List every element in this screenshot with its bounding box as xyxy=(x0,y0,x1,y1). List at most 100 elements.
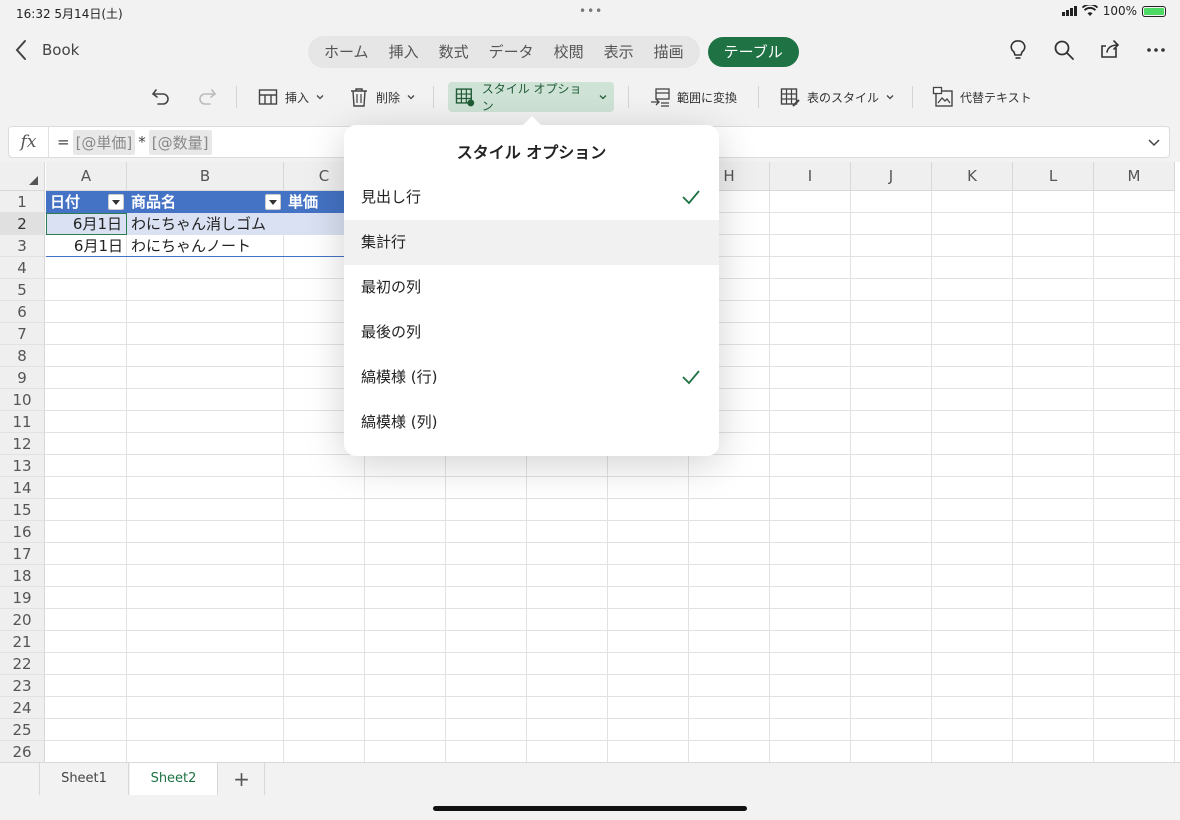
lightbulb-icon[interactable] xyxy=(1006,38,1030,62)
option-last-column[interactable]: 最後の列 xyxy=(344,310,719,355)
gridline xyxy=(45,608,1180,609)
wifi-icon xyxy=(1081,5,1098,16)
tab-table[interactable]: テーブル xyxy=(707,37,799,67)
add-sheet-button[interactable]: + xyxy=(219,763,265,795)
row-header-12[interactable]: 12 xyxy=(0,433,45,455)
status-bar: 16:32 5月14日(土) ••• 100% xyxy=(0,0,1180,24)
multitask-dots[interactable]: ••• xyxy=(579,4,603,18)
row-header-7[interactable]: 7 xyxy=(0,323,45,345)
row-header-24[interactable]: 24 xyxy=(0,697,45,719)
share-icon[interactable] xyxy=(1098,38,1122,62)
alt-text-button[interactable]: 代替テキスト xyxy=(926,82,1038,112)
tab-insert[interactable]: 挿入 xyxy=(379,36,429,68)
column-header-k[interactable]: K xyxy=(932,162,1013,191)
row-header-11[interactable]: 11 xyxy=(0,411,45,433)
style-options-button[interactable]: スタイル オプション xyxy=(448,82,614,113)
back-button[interactable]: Book xyxy=(14,38,79,62)
redo-button[interactable] xyxy=(190,82,224,112)
table-styles-button[interactable]: 表のスタイル xyxy=(773,82,901,112)
row-header-4[interactable]: 4 xyxy=(0,257,45,279)
chevron-down-icon xyxy=(407,95,415,100)
row-header-3[interactable]: 3 xyxy=(0,235,45,257)
chevron-down-icon[interactable] xyxy=(1147,135,1161,149)
select-all-corner[interactable] xyxy=(0,162,45,191)
search-icon[interactable] xyxy=(1052,38,1076,62)
row-header-9[interactable]: 9 xyxy=(0,367,45,389)
battery-icon xyxy=(1142,5,1166,17)
tab-data[interactable]: データ xyxy=(479,36,544,68)
table-cell-date[interactable]: 6月1日 xyxy=(46,235,127,257)
row-header-1[interactable]: 1 xyxy=(0,191,45,213)
table-styles-icon xyxy=(780,88,800,107)
delete-button[interactable]: 削除 xyxy=(342,82,422,112)
table-cell-product[interactable]: わにちゃんノート xyxy=(127,235,284,257)
row-header-14[interactable]: 14 xyxy=(0,477,45,499)
tab-formulas[interactable]: 数式 xyxy=(429,36,479,68)
tab-view[interactable]: 表示 xyxy=(594,36,644,68)
filter-dropdown-icon[interactable] xyxy=(265,194,281,210)
popover-title: スタイル オプション xyxy=(456,143,607,162)
row-header-2[interactable]: 2 xyxy=(0,213,45,235)
gridline xyxy=(45,520,1180,521)
row-header-19[interactable]: 19 xyxy=(0,587,45,609)
column-header-b[interactable]: B xyxy=(127,162,284,191)
table-cell-date[interactable]: 6月1日 xyxy=(46,213,127,235)
row-header-17[interactable]: 17 xyxy=(0,543,45,565)
formula-operator: * xyxy=(138,133,146,151)
row-header-6[interactable]: 6 xyxy=(0,301,45,323)
formula-text[interactable]: = [@単価] * [@数量] xyxy=(49,129,212,155)
excel-app: 16:32 5月14日(土) ••• 100% Book ホーム 挿入 数式 デ… xyxy=(0,0,1180,820)
option-header-row[interactable]: 見出し行 xyxy=(344,175,719,220)
table-styles-label: 表のスタイル xyxy=(807,90,880,105)
row-header-21[interactable]: 21 xyxy=(0,631,45,653)
fx-icon[interactable]: fx xyxy=(9,127,49,157)
tab-review[interactable]: 校閲 xyxy=(544,36,594,68)
column-header-i[interactable]: I xyxy=(770,162,851,191)
row-header-23[interactable]: 23 xyxy=(0,675,45,697)
alt-text-label: 代替テキスト xyxy=(960,90,1032,105)
convert-to-range-button[interactable]: 範囲に変換 xyxy=(643,82,743,112)
row-header-22[interactable]: 22 xyxy=(0,653,45,675)
more-icon[interactable] xyxy=(1144,38,1168,62)
column-header-m[interactable]: M xyxy=(1094,162,1175,191)
table-header-date[interactable]: 日付 xyxy=(46,191,127,213)
gridline xyxy=(45,476,1180,477)
table-header-product[interactable]: 商品名 xyxy=(127,191,284,213)
tab-home[interactable]: ホーム xyxy=(314,36,379,68)
row-header-26[interactable]: 26 xyxy=(0,741,45,762)
ribbon-divider xyxy=(758,86,759,108)
ribbon-divider xyxy=(628,86,629,108)
row-header-16[interactable]: 16 xyxy=(0,521,45,543)
row-header-5[interactable]: 5 xyxy=(0,279,45,301)
row-header-18[interactable]: 18 xyxy=(0,565,45,587)
column-header-l[interactable]: L xyxy=(1013,162,1094,191)
row-header-13[interactable]: 13 xyxy=(0,455,45,477)
gridline xyxy=(45,652,1180,653)
option-banded-rows[interactable]: 縞模様 (行) xyxy=(344,355,719,400)
option-total-row[interactable]: 集計行 xyxy=(344,220,719,265)
insert-label: 挿入 xyxy=(285,90,310,105)
column-header-a[interactable]: A xyxy=(46,162,127,191)
tab-draw[interactable]: 描画 xyxy=(644,36,694,68)
top-icons xyxy=(1006,38,1168,62)
sheet-tab-sheet1[interactable]: Sheet1 xyxy=(39,763,129,795)
filter-dropdown-icon[interactable] xyxy=(108,194,124,210)
insert-table-button[interactable]: 挿入 xyxy=(251,82,331,112)
row-header-10[interactable]: 10 xyxy=(0,389,45,411)
row-header-15[interactable]: 15 xyxy=(0,499,45,521)
option-banded-columns[interactable]: 縞模様 (列) xyxy=(344,400,719,445)
home-indicator[interactable] xyxy=(433,806,747,811)
row-header-20[interactable]: 20 xyxy=(0,609,45,631)
table-header-label: 日付 xyxy=(50,193,81,211)
row-header-25[interactable]: 25 xyxy=(0,719,45,741)
sheet-tab-sheet2[interactable]: Sheet2 xyxy=(130,763,218,795)
table-cell-product[interactable]: わにちゃん消しゴム xyxy=(127,213,284,235)
option-label: 集計行 xyxy=(361,233,407,251)
convert-range-icon xyxy=(651,88,670,107)
table-insert-icon xyxy=(258,89,278,105)
option-first-column[interactable]: 最初の列 xyxy=(344,265,719,310)
column-header-j[interactable]: J xyxy=(851,162,932,191)
tab-group: ホーム 挿入 数式 データ 校閲 表示 描画 xyxy=(308,36,700,68)
undo-button[interactable] xyxy=(144,82,178,112)
row-header-8[interactable]: 8 xyxy=(0,345,45,367)
